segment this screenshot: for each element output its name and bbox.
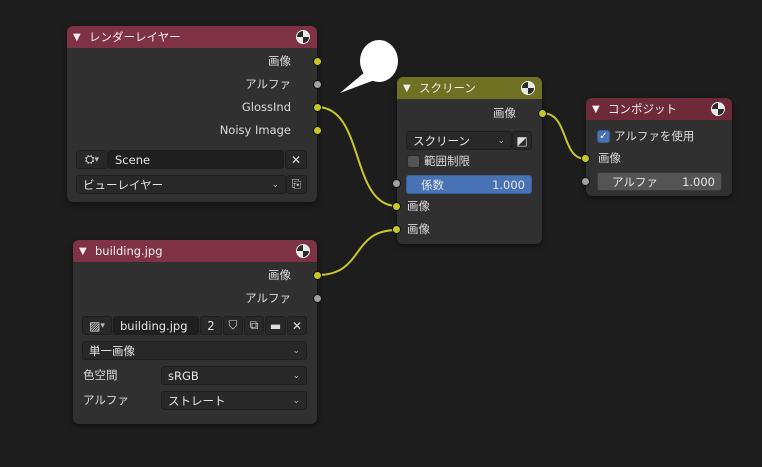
- image-header[interactable]: ▼ building.jpg: [73, 240, 317, 262]
- unlink-image-button[interactable]: ✕: [287, 316, 307, 335]
- collapse-chevron-icon[interactable]: ▼: [73, 32, 87, 43]
- alpha-mode-label: アルファ: [83, 393, 129, 407]
- chevron-down-icon: ⌄: [292, 395, 300, 406]
- factor-value: 1.000: [492, 177, 525, 192]
- scene-name: Scene: [115, 152, 151, 167]
- node-title: building.jpg: [95, 244, 163, 258]
- duplicate-image-button[interactable]: ⧉: [244, 316, 264, 335]
- chevron-down-icon: ⌄: [497, 135, 505, 146]
- shield-icon: ⛉: [228, 318, 238, 332]
- screen-header[interactable]: ▼ スクリーン: [397, 77, 542, 99]
- chevron-down-icon: ⌄: [292, 345, 300, 356]
- scene-selector-button[interactable]: ⛭ ▾: [76, 150, 108, 169]
- image-source-dropdown[interactable]: 単一画像 ⌄: [82, 341, 307, 360]
- collapse-chevron-icon[interactable]: ▼: [592, 104, 606, 115]
- node-type-icon: [521, 81, 535, 95]
- blend-mode-dropdown[interactable]: スクリーン ⌄: [406, 131, 512, 150]
- node-title: レンダーレイヤー: [89, 30, 181, 44]
- input-alpha-socket[interactable]: [581, 177, 590, 186]
- clipboard-icon: ⎘: [291, 177, 302, 191]
- image-icon: ▨: [89, 318, 101, 333]
- node-type-icon: [711, 102, 725, 116]
- output-noisy-image-socket[interactable]: [313, 126, 322, 135]
- input-image-1-socket[interactable]: [392, 202, 401, 211]
- open-image-button[interactable]: ▬: [265, 316, 286, 335]
- node-title: コンポジット: [608, 102, 677, 116]
- alpha-mode-dropdown[interactable]: ストレート ⌄: [161, 391, 307, 410]
- output-image-label: 画像: [268, 268, 291, 282]
- color-space-value: sRGB: [168, 368, 199, 383]
- composite-header[interactable]: ▼ コンポジット: [586, 98, 732, 120]
- collapse-chevron-icon[interactable]: ▼: [403, 83, 417, 94]
- image-name: building.jpg: [120, 318, 188, 333]
- view-layer-copy-button[interactable]: ⎘: [286, 175, 307, 194]
- users-count: 2: [207, 318, 215, 333]
- output-image-label: 画像: [268, 54, 291, 68]
- view-layer-value: ビューレイヤー: [83, 177, 164, 192]
- close-icon: ✕: [290, 152, 302, 167]
- clamp-checkbox[interactable]: [407, 155, 420, 168]
- link-glossind-to-screen: [316, 106, 398, 207]
- alpha-label: アルファ: [612, 174, 658, 189]
- input-image-socket[interactable]: [581, 154, 590, 163]
- render-layers-node[interactable]: ▼ レンダーレイヤー 画像 アルファ GlossInd Noisy Image …: [67, 26, 322, 202]
- alpha-value-field[interactable]: アルファ 1.000: [597, 172, 722, 191]
- output-glossind-socket[interactable]: [313, 103, 322, 112]
- output-image-socket[interactable]: [538, 109, 547, 118]
- output-image-socket[interactable]: [313, 271, 322, 280]
- output-alpha-socket[interactable]: [313, 294, 322, 303]
- alpha-mode-value: ストレート: [168, 393, 226, 408]
- output-image-socket[interactable]: [313, 57, 322, 66]
- screen-mix-node[interactable]: ▼ スクリーン 画像 スクリーン ⌄ ◩ 範囲制限 係数 1.000 画像 画像: [392, 77, 547, 244]
- blend-mode-value: スクリーン: [413, 133, 470, 148]
- link-image-to-screen: [316, 229, 398, 276]
- close-icon: ✕: [291, 318, 303, 333]
- factor-field[interactable]: 係数 1.000: [406, 175, 532, 194]
- output-alpha-label: アルファ: [245, 291, 291, 305]
- output-alpha-label: アルファ: [245, 77, 291, 91]
- alpha-value: 1.000: [682, 174, 715, 189]
- alpha-icon: ◩: [516, 133, 528, 148]
- collapse-chevron-icon[interactable]: ▼: [79, 246, 93, 257]
- node-type-icon: [296, 244, 310, 258]
- output-image-label: 画像: [493, 106, 516, 120]
- chevron-down-icon: ▾: [94, 154, 100, 165]
- clamp-label: 範囲制限: [424, 154, 470, 168]
- use-alpha-label: アルファを使用: [614, 129, 695, 143]
- image-node[interactable]: ▼ building.jpg 画像 アルファ ▨ ▾ building.jpg 2…: [73, 240, 322, 424]
- factor-label: 係数: [421, 177, 444, 192]
- chevron-down-icon: ⌄: [271, 179, 279, 190]
- image-name-field[interactable]: building.jpg: [113, 316, 199, 335]
- fake-user-button[interactable]: ⛉: [223, 316, 243, 335]
- input-image-2-label: 画像: [407, 222, 430, 236]
- input-image-1-label: 画像: [407, 199, 430, 213]
- scene-icon: ⛭: [84, 152, 95, 166]
- node-type-icon: [296, 30, 310, 44]
- image-source-value: 単一画像: [89, 343, 135, 358]
- link-screen-to-composite: [541, 112, 587, 160]
- image-users-count[interactable]: 2: [200, 316, 222, 335]
- input-image-2-socket[interactable]: [392, 225, 401, 234]
- view-layer-dropdown[interactable]: ビューレイヤー ⌄: [76, 175, 286, 194]
- folder-icon: ▬: [269, 318, 282, 333]
- node-title: スクリーン: [419, 81, 476, 95]
- output-glossind-label: GlossInd: [241, 100, 291, 114]
- render-layers-header[interactable]: ▼ レンダーレイヤー: [67, 26, 317, 48]
- color-space-dropdown[interactable]: sRGB ⌄: [161, 366, 307, 385]
- chevron-down-icon: ▾: [100, 320, 105, 331]
- duplicate-icon: ⧉: [249, 318, 259, 332]
- output-alpha-socket[interactable]: [313, 80, 322, 89]
- scene-name-field[interactable]: Scene: [108, 150, 284, 169]
- output-noisy-image-label: Noisy Image: [219, 123, 291, 137]
- color-space-label: 色空間: [83, 368, 118, 382]
- speech-bubble: [360, 40, 398, 82]
- composite-node[interactable]: ▼ コンポジット ✓ アルファを使用 画像 アルファ 1.000: [581, 98, 732, 196]
- input-image-label: 画像: [598, 151, 621, 165]
- input-factor-socket[interactable]: [392, 179, 401, 188]
- chevron-down-icon: ⌄: [292, 370, 300, 381]
- image-browse-button[interactable]: ▨ ▾: [82, 316, 112, 335]
- scene-clear-button[interactable]: ✕: [285, 150, 307, 169]
- use-alpha-checkbox[interactable]: ✓: [597, 130, 610, 143]
- use-alpha-toggle[interactable]: ◩: [512, 131, 532, 150]
